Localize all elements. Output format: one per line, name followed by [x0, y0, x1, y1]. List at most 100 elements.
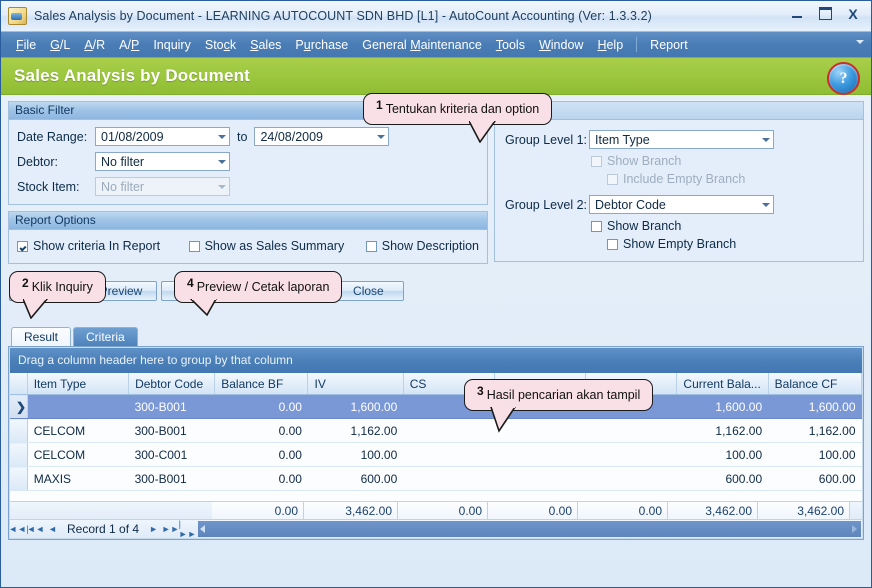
help-icon[interactable]: ? [827, 62, 860, 95]
checkbox-box [607, 238, 618, 250]
row-selector-cell[interactable] [10, 466, 28, 491]
table-cell [403, 466, 495, 491]
table-cell [27, 394, 129, 419]
grid-body: Item Type Debtor Code Balance BF IV CS Curren… [10, 373, 862, 502]
chevron-down-icon[interactable] [214, 153, 229, 170]
first-record-button[interactable]: ◄◄| [8, 521, 28, 537]
grid-column-header[interactable]: Balance BF [214, 373, 309, 395]
group-level1-label: Group Level 1: [505, 132, 587, 147]
tab-result[interactable]: Result [11, 327, 72, 346]
application-icon [8, 7, 27, 25]
last-record-button[interactable]: |►► [179, 519, 197, 539]
row-selector-cell[interactable] [10, 418, 28, 443]
menu-file[interactable]: File [9, 35, 43, 55]
group-level1-combo[interactable]: Item Type [589, 130, 774, 149]
table-row[interactable]: CELCOM 300-B001 0.00 1,162.00 1,162.00 1,162.… [10, 418, 862, 443]
chevron-down-icon [214, 178, 229, 195]
stock-item-row: Stock Item: No filter [17, 177, 479, 196]
window-controls: X [785, 4, 865, 23]
menu-inquiry[interactable]: Inquiry [146, 35, 198, 55]
level1-include-empty-branch-row: Include Empty Branch [505, 172, 853, 186]
table-row[interactable]: CELCOM 300-C001 0.00 100.00 100.00 100.00 [10, 442, 862, 467]
menu-general-maintenance[interactable]: General Maintenance [355, 35, 489, 55]
menu-ar[interactable]: A/R [77, 35, 112, 55]
chevron-down-icon[interactable] [373, 128, 388, 145]
next-record-button[interactable]: ► [145, 521, 162, 537]
menu-help[interactable]: Help [590, 35, 630, 55]
table-row[interactable]: MAXIS 300-B001 0.00 600.00 600.00 600.00 [10, 466, 862, 491]
date-from-combo[interactable]: 01/08/2009 [95, 127, 230, 146]
show-criteria-checkbox[interactable]: Show criteria In Report [17, 239, 160, 253]
close-button[interactable]: Close [332, 281, 405, 301]
grid-column-header[interactable]: Item Type [27, 373, 130, 395]
group-level2-combo[interactable]: Debtor Code [589, 195, 774, 214]
maximize-button[interactable] [813, 4, 837, 23]
grid-column-header[interactable]: Current Bala... [676, 373, 769, 395]
next-page-button[interactable]: ►► [162, 521, 180, 537]
group-level1-row: Group Level 1: Item Type [505, 130, 853, 149]
prev-page-button[interactable]: ◄◄ [27, 521, 45, 537]
grid-column-header[interactable]: Debtor Code [128, 373, 216, 395]
show-sales-summary-checkbox[interactable]: Show as Sales Summary [188, 239, 344, 253]
summary-cell: 3,462.00 [758, 502, 850, 520]
chevron-down-icon[interactable] [758, 131, 773, 148]
record-navigator: ◄◄| ◄◄ ◄ Record 1 of 4 ► ►► |►► [8, 519, 862, 539]
grid-table: Item Type Debtor Code Balance BF IV CS Curren… [10, 373, 862, 491]
report-options-header: Report Options [9, 212, 487, 230]
menu-purchase[interactable]: Purchase [288, 35, 355, 55]
level2-show-branch-checkbox[interactable]: Show Branch [591, 219, 853, 233]
report-options-row: Show criteria In Report Show as Sales Su… [17, 236, 479, 253]
menu-report[interactable]: Report [643, 35, 695, 55]
tab-criteria[interactable]: Criteria [73, 327, 138, 346]
application-window: Sales Analysis by Document - LEARNING AU… [0, 0, 872, 588]
debtor-combo[interactable]: No filter [95, 152, 230, 171]
minimize-button[interactable] [785, 4, 809, 23]
level2-show-empty-branch-checkbox[interactable]: Show Empty Branch [607, 237, 853, 251]
level1-show-branch-checkbox: Show Branch [591, 154, 853, 168]
tab-bar: Result Criteria [1, 327, 871, 346]
summary-cell: 0.00 [488, 502, 578, 520]
checkbox-box [591, 155, 602, 167]
group-by-panel[interactable]: Drag a column header here to group by th… [10, 348, 862, 373]
grid-column-header[interactable]: Balance CF [768, 373, 862, 395]
table-cell [585, 442, 677, 467]
row-selector-cell[interactable] [10, 442, 28, 467]
checkbox-box [607, 173, 618, 185]
table-row[interactable]: ❯ 300-B001 0.00 1,600.00 1,600.00 1,600.00 [10, 394, 862, 419]
table-cell: 0.00 [214, 442, 308, 467]
summary-cell: 0.00 [398, 502, 488, 520]
stock-item-combo: No filter [95, 177, 230, 196]
show-description-checkbox[interactable]: Show Description [365, 239, 479, 253]
callout-1: 1 Tentukan kriteria dan option [363, 93, 553, 125]
horizontal-scrollbar[interactable] [198, 521, 861, 537]
date-to-combo[interactable]: 24/08/2009 [254, 127, 390, 146]
chevron-down-icon[interactable] [214, 128, 229, 145]
table-cell [494, 442, 586, 467]
table-cell: 600.00 [307, 466, 404, 491]
menu-tools[interactable]: Tools [489, 35, 532, 55]
menu-stock[interactable]: Stock [198, 35, 243, 55]
menu-bar: File G/L A/R A/P Inquiry Stock Sales Pur… [1, 32, 871, 58]
scroll-right-icon[interactable] [852, 525, 857, 533]
close-window-button[interactable]: X [841, 4, 865, 23]
level1-include-empty-branch-checkbox: Include Empty Branch [607, 172, 853, 186]
table-cell: 1,600.00 [676, 394, 769, 419]
group-level1-value: Item Type [595, 132, 650, 147]
summary-cell: 0.00 [212, 502, 304, 520]
table-cell: 0.00 [214, 394, 308, 419]
row-selector-cell[interactable]: ❯ [10, 394, 28, 419]
date-range-row: Date Range: 01/08/2009 to 24/08/2009 [17, 127, 479, 146]
chevron-down-icon[interactable] [856, 40, 864, 44]
menu-window[interactable]: Window [532, 35, 590, 55]
menu-gl[interactable]: G/L [43, 35, 77, 55]
menu-ap[interactable]: A/P [112, 35, 146, 55]
prev-record-button[interactable]: ◄ [44, 521, 61, 537]
scroll-left-icon[interactable] [200, 525, 206, 533]
level2-show-empty-branch-label: Show Empty Branch [623, 237, 737, 251]
level1-include-empty-branch-label: Include Empty Branch [623, 172, 746, 186]
level1-show-branch-row: Show Branch [505, 154, 853, 168]
grid-column-header[interactable]: IV [307, 373, 404, 395]
menu-sales[interactable]: Sales [243, 35, 288, 55]
report-options-group: Report Options Show criteria In Report S… [8, 211, 488, 264]
chevron-down-icon[interactable] [758, 196, 773, 213]
